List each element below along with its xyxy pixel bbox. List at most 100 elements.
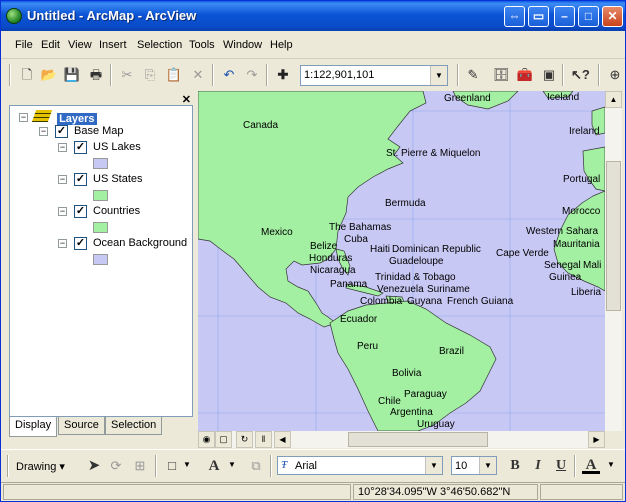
us-states-checkbox[interactable]: ✓: [74, 173, 87, 186]
delete-icon[interactable]: ✕: [189, 66, 207, 84]
collapse-icon[interactable]: −: [39, 127, 48, 136]
map-label: Guinea: [549, 272, 582, 283]
ocean-background-symbol[interactable]: [93, 254, 108, 265]
underline-icon[interactable]: U: [552, 457, 570, 475]
redo-icon[interactable]: ↷: [243, 66, 261, 84]
cut-icon[interactable]: ✂: [118, 66, 136, 84]
select-elements-icon[interactable]: ➤: [85, 457, 103, 475]
refresh-icon[interactable]: ↻: [236, 431, 253, 448]
rectangle-icon[interactable]: □: [163, 457, 181, 475]
print-icon[interactable]: 🖶: [87, 66, 105, 84]
scroll-up-icon[interactable]: ▲: [605, 91, 622, 108]
copy-icon[interactable]: ⎘: [141, 66, 159, 84]
font-color-icon[interactable]: A: [582, 456, 600, 474]
vertical-scroll-thumb[interactable]: [606, 161, 621, 311]
map-label: French Guiana: [447, 296, 514, 307]
font-combo[interactable]: Ŧ Arial ▼: [277, 456, 443, 475]
countries-label[interactable]: Countries: [93, 205, 140, 221]
menu-file[interactable]: File: [15, 39, 33, 51]
menu-help[interactable]: Help: [270, 39, 293, 51]
paste-icon[interactable]: 📋: [165, 66, 183, 84]
countries-symbol[interactable]: [93, 222, 108, 233]
us-lakes-label[interactable]: US Lakes: [93, 141, 141, 157]
pause-drawing-icon[interactable]: ‖: [255, 431, 272, 448]
chevron-down-icon[interactable]: ▼: [430, 66, 447, 85]
arctoolbox-icon[interactable]: 🧰: [516, 66, 534, 84]
arccatalog-icon[interactable]: 🗄: [492, 66, 510, 84]
chevron-down-icon[interactable]: ▼: [228, 460, 236, 469]
collapse-icon[interactable]: −: [58, 143, 67, 152]
font-size-combo[interactable]: 10 ▼: [451, 456, 497, 475]
new-text-icon[interactable]: A: [205, 457, 223, 475]
chevron-down-icon[interactable]: ▼: [607, 460, 615, 469]
toc-tree: − Layers − ✓ Base Map − ✓ US Lakes − ✓ U…: [9, 105, 193, 417]
tab-source[interactable]: Source: [58, 417, 105, 435]
chevron-down-icon[interactable]: ▼: [425, 457, 442, 474]
drawing-menu-button[interactable]: Drawing ▾: [16, 460, 65, 473]
collapse-icon[interactable]: −: [19, 113, 28, 122]
us-states-label[interactable]: US States: [93, 173, 143, 189]
arcmap-globe-icon[interactable]: [6, 8, 22, 24]
add-data-icon[interactable]: ✚: [274, 66, 292, 84]
open-folder-icon[interactable]: 📂: [40, 66, 58, 84]
toolbar-grip[interactable]: [7, 455, 9, 477]
toolbar-grip[interactable]: [9, 64, 11, 86]
menu-selection[interactable]: Selection: [137, 39, 182, 51]
collapse-icon[interactable]: −: [58, 207, 67, 216]
data-view-icon[interactable]: ◉: [198, 431, 215, 448]
close-button[interactable]: ✕: [602, 6, 623, 27]
scroll-right-icon[interactable]: ▶: [588, 431, 605, 448]
zoom-whole-page-icon[interactable]: ⊞: [131, 457, 149, 475]
toolbar-separator: [155, 455, 157, 477]
menu-insert[interactable]: Insert: [99, 39, 127, 51]
collapse-icon[interactable]: −: [58, 175, 67, 184]
italic-icon[interactable]: I: [529, 457, 547, 475]
layout-view-icon[interactable]: ▢: [215, 431, 232, 448]
whats-this-help-icon[interactable]: ↖?: [571, 66, 590, 84]
zoom-in-icon[interactable]: ⊕: [606, 66, 624, 84]
save-icon[interactable]: 💾: [63, 66, 81, 84]
map-scale-combo[interactable]: 1:122,901,101 ▼: [300, 65, 448, 86]
menu-edit[interactable]: Edit: [41, 39, 60, 51]
map-display[interactable]: Greenland Iceland Canada Ireland St. Pie…: [198, 91, 605, 431]
map-vertical-scrollbar[interactable]: ▲: [605, 91, 622, 431]
menu-tools[interactable]: Tools: [189, 39, 215, 51]
bold-icon[interactable]: B: [506, 457, 524, 475]
chevron-down-icon[interactable]: ▼: [479, 457, 496, 474]
map-label: Honduras: [309, 253, 353, 264]
us-states-symbol[interactable]: [93, 190, 108, 201]
chevron-down-icon[interactable]: ▼: [183, 460, 191, 469]
map-label: Panama: [330, 279, 368, 290]
new-document-icon[interactable]: 🗋: [18, 66, 36, 84]
us-lakes-symbol[interactable]: [93, 158, 108, 169]
base-map-checkbox[interactable]: ✓: [55, 125, 68, 138]
maximize-button[interactable]: □: [578, 6, 599, 27]
ocean-background-checkbox[interactable]: ✓: [74, 237, 87, 250]
minimize-button[interactable]: –: [554, 6, 575, 27]
tab-display[interactable]: Display: [9, 417, 58, 437]
coordinate-readout: 10°28'34.095"W 3°46'50.682"N: [353, 484, 538, 500]
scroll-left-icon[interactable]: ◀: [274, 431, 291, 448]
collapse-icon[interactable]: −: [58, 239, 67, 248]
horizontal-scroll-thumb[interactable]: [348, 432, 488, 447]
menu-window[interactable]: Window: [223, 39, 262, 51]
toolbar-separator: [270, 455, 272, 477]
menu-view[interactable]: View: [68, 39, 92, 51]
map-label: Iceland: [547, 92, 580, 103]
tab-selection[interactable]: Selection: [105, 417, 163, 435]
us-lakes-checkbox[interactable]: ✓: [74, 141, 87, 154]
edit-vertices-icon[interactable]: ⧉: [247, 457, 265, 475]
map-label: Guadeloupe: [389, 256, 444, 267]
base-map-label[interactable]: Base Map: [74, 125, 124, 141]
help-toggle-button[interactable]: ⇔: [504, 6, 525, 27]
command-line-icon[interactable]: ▣: [540, 66, 558, 84]
restore-tile-button[interactable]: ▭: [528, 6, 549, 27]
ocean-background-label[interactable]: Ocean Background: [93, 237, 187, 253]
layers-frame-row[interactable]: Layers: [31, 108, 97, 125]
countries-checkbox[interactable]: ✓: [74, 205, 87, 218]
rotate-icon[interactable]: ⟳: [107, 457, 125, 475]
editor-toolbar-icon[interactable]: ✎: [464, 66, 482, 84]
map-horizontal-scrollbar[interactable]: ◉ ▢ ↻ ‖ ◀ ▶: [198, 431, 605, 448]
toolbar-separator: [212, 64, 214, 86]
undo-icon[interactable]: ↶: [220, 66, 238, 84]
